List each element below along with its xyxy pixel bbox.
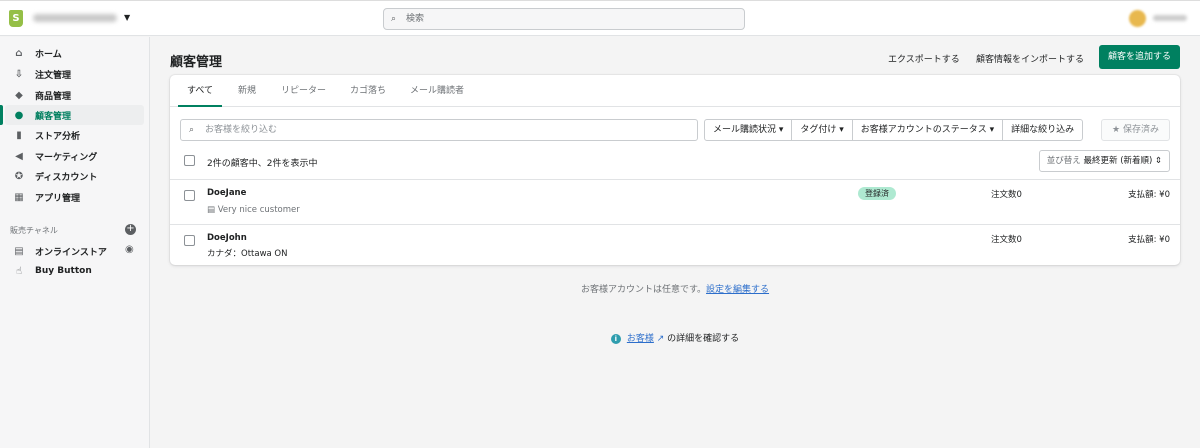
search-input[interactable]: ⌕ 検索	[383, 8, 745, 30]
avatar[interactable]	[1129, 10, 1146, 27]
sidebar-item-label: アプリ管理	[35, 193, 81, 204]
tabs: すべて 新規 リピーター カゴ落ち メール購読者	[170, 75, 1180, 107]
select-all-checkbox[interactable]	[184, 155, 195, 166]
info-icon: i	[610, 334, 621, 344]
import-button[interactable]: 顧客情報をインポートする	[976, 52, 1084, 65]
more-filters-button[interactable]: 詳細な絞り込み	[1003, 120, 1082, 140]
order-count: 注文数0	[991, 235, 1022, 245]
tag-filter[interactable]: タグ付け ▾	[792, 120, 853, 140]
store-icon: ▤	[14, 245, 24, 257]
discount-icon: ✪	[14, 170, 24, 182]
amount-spent: 支払額: ¥0	[1128, 235, 1170, 245]
saved-button[interactable]: ★ 保存済み	[1101, 119, 1170, 141]
learn-more-text: の詳細を確認する	[667, 334, 740, 344]
tab-repeat[interactable]: リピーター	[272, 75, 335, 107]
order-count: 注文数0	[991, 190, 1022, 200]
customer-filter-input[interactable]: ⌕ お客様を絞り込む	[180, 119, 698, 141]
eye-icon[interactable]: ◉	[125, 244, 134, 255]
chevron-down-icon[interactable]: ▼	[124, 13, 130, 22]
tab-subscribers[interactable]: メール購読者	[401, 75, 473, 107]
customer-name[interactable]: DoeJohn	[207, 233, 247, 243]
accounts-note-text: お客様アカウントは任意です。	[580, 285, 707, 295]
sidebar-item-label: ストア分析	[35, 131, 81, 142]
sidebar-item-apps[interactable]: ▦ アプリ管理	[5, 187, 144, 207]
sidebar-item-customers[interactable]: ● 顧客管理	[0, 105, 144, 125]
table-row[interactable]: DoeJane ▤ Very nice customer 登録済 注文数0 支払…	[170, 179, 1180, 224]
sidebar-item-label: 顧客管理	[35, 111, 72, 122]
sidebar-item-discounts[interactable]: ✪ ディスカウント	[5, 166, 144, 186]
sidebar-item-label: 注文管理	[35, 70, 72, 81]
customer-location: カナダ：Ottawa ON	[207, 249, 288, 259]
customers-help-link[interactable]: お客様	[627, 334, 654, 344]
table-row[interactable]: DoeJohn カナダ：Ottawa ON 注文数0 支払額: ¥0	[170, 224, 1180, 265]
sidebar: ⌂ ホーム ⇩ 注文管理 ◆ 商品管理 ● 顧客管理 ▮ ストア分析 ◀ マーケティング ✪…	[0, 37, 150, 448]
analytics-icon: ▮	[16, 129, 22, 141]
filter-placeholder: お客様を絞り込む	[205, 125, 278, 135]
tab-new[interactable]: 新規	[229, 75, 265, 107]
sidebar-item-online-store[interactable]: ▤ オンラインストア	[5, 241, 144, 261]
sidebar-item-label: ホーム	[35, 49, 62, 60]
learn-more: i お客様 ↗ の詳細を確認する	[150, 331, 1200, 344]
sidebar-item-products[interactable]: ◆ 商品管理	[5, 85, 144, 105]
store-name-blurred[interactable]	[33, 14, 117, 22]
sort-select[interactable]: 並び替え 最終更新 (新着順) ⇕	[1039, 150, 1170, 172]
top-bar: S ▼ ⌕ 検索	[0, 0, 1200, 36]
account-status-filter[interactable]: お客様アカウントのステータス ▾	[853, 120, 1004, 140]
buy-button-icon: ☝	[15, 265, 23, 277]
orders-icon: ⇩	[14, 68, 24, 80]
page-title: 顧客管理	[170, 55, 223, 70]
sidebar-item-label: 商品管理	[35, 91, 72, 102]
result-count: 2件の顧客中、2件を表示中	[207, 159, 318, 169]
shopify-logo-icon[interactable]: S	[9, 10, 23, 27]
customer-note: ▤ Very nice customer	[207, 205, 300, 215]
sidebar-item-label: ディスカウント	[35, 172, 98, 183]
sidebar-item-analytics[interactable]: ▮ ストア分析	[5, 125, 144, 145]
filter-buttons: メール購読状況 ▾ タグ付け ▾ お客様アカウントのステータス ▾ 詳細な絞り込…	[704, 119, 1084, 141]
status-badge: 登録済	[858, 187, 896, 200]
accounts-note: お客様アカウントは任意です。設定を編集する	[150, 282, 1200, 295]
tab-abandoned[interactable]: カゴ落ち	[341, 75, 395, 107]
saved-label: 保存済み	[1122, 125, 1159, 135]
star-icon: ★	[1112, 125, 1121, 135]
sidebar-item-label: オンラインストア	[35, 247, 107, 258]
tab-all[interactable]: すべて	[178, 75, 223, 107]
export-button[interactable]: エクスポートする	[888, 52, 960, 65]
search-icon: ⌕	[391, 14, 397, 24]
search-icon: ⌕	[189, 125, 195, 135]
amount-spent: 支払額: ¥0	[1128, 190, 1170, 200]
row-checkbox[interactable]	[184, 235, 195, 246]
note-icon: ▤	[207, 205, 216, 215]
tag-icon: ◆	[15, 89, 23, 101]
sales-channels-heading: 販売チャネル	[10, 226, 58, 235]
sidebar-item-label: Buy Button	[35, 266, 92, 276]
note-text: Very nice customer	[217, 205, 300, 215]
sort-value: 最終更新 (新着順) ⇕	[1083, 156, 1163, 166]
home-icon: ⌂	[15, 47, 23, 59]
sort-label: 並び替え	[1046, 156, 1081, 166]
edit-settings-link[interactable]: 設定を編集する	[706, 285, 769, 295]
customer-name[interactable]: DoeJane	[207, 188, 246, 198]
megaphone-icon: ◀	[15, 150, 23, 162]
user-name-blurred[interactable]	[1153, 15, 1187, 21]
search-placeholder: 検索	[406, 14, 425, 24]
sidebar-item-home[interactable]: ⌂ ホーム	[5, 43, 144, 63]
add-channel-icon[interactable]: +	[125, 224, 136, 235]
sidebar-item-buy-button[interactable]: ☝ Buy Button	[5, 261, 144, 281]
customers-card: すべて 新規 リピーター カゴ落ち メール購読者 ⌕ お客様を絞り込む メール購読…	[170, 75, 1180, 265]
external-link-icon: ↗	[653, 334, 665, 344]
sidebar-item-marketing[interactable]: ◀ マーケティング	[5, 146, 144, 166]
email-subscription-filter[interactable]: メール購読状況 ▾	[705, 120, 793, 140]
sidebar-item-orders[interactable]: ⇩ 注文管理	[5, 64, 144, 84]
add-customer-button[interactable]: 顧客を追加する	[1099, 45, 1180, 69]
sidebar-item-label: マーケティング	[35, 152, 98, 163]
apps-icon: ▦	[14, 191, 24, 203]
row-checkbox[interactable]	[184, 190, 195, 201]
person-icon: ●	[14, 109, 24, 121]
